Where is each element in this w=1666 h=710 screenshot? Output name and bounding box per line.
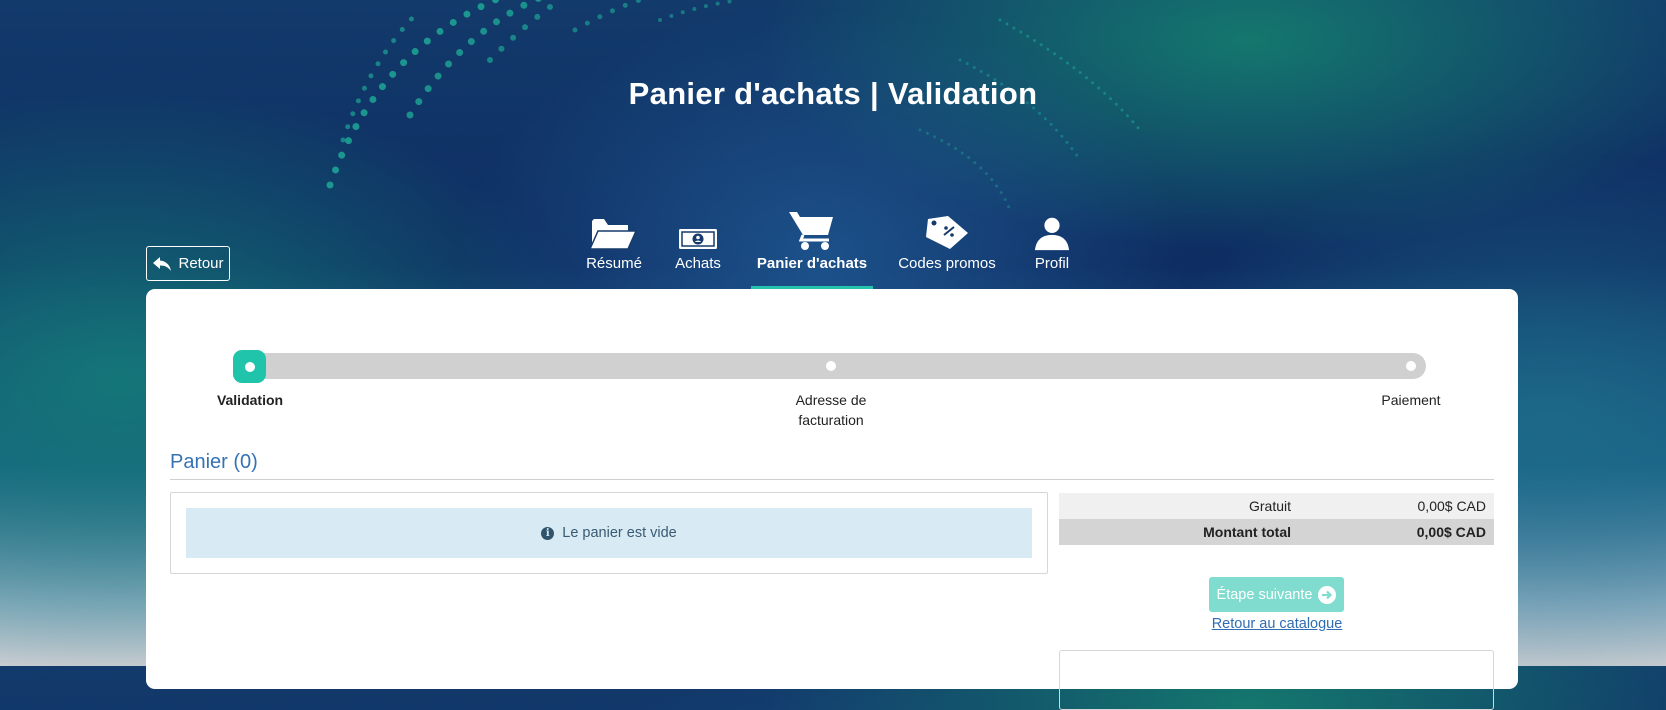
empty-cart-message: Le panier est vide: [562, 525, 677, 541]
nav-item-achats[interactable]: Achats: [674, 205, 722, 272]
main-card: Validation Adresse de facturation Paieme…: [146, 289, 1518, 710]
main-navigation: Résumé Achats Panier d'achats Codes prom…: [0, 205, 1666, 290]
divider: [170, 479, 1494, 480]
nav-item-resume[interactable]: Résumé: [581, 205, 647, 272]
summary-row-total: Montant total 0,00$ CAD: [1059, 519, 1494, 545]
arrow-right-circle-icon: [1318, 585, 1337, 604]
step-marker-adresse: [826, 361, 836, 371]
summary-label: Montant total: [1203, 524, 1291, 540]
nav-item-profil[interactable]: Profil: [1033, 205, 1071, 272]
next-step-button[interactable]: Étape suivante: [1209, 577, 1344, 612]
step-label-adresse: Adresse de facturation: [795, 392, 867, 428]
tag-icon: [926, 216, 968, 249]
info-icon: i: [541, 526, 555, 540]
user-icon: [1034, 217, 1070, 251]
empty-cart-alert: i Le panier est vide: [186, 508, 1032, 558]
nav-item-label: Panier d'achats: [756, 255, 868, 272]
nav-item-label: Résumé: [586, 255, 642, 272]
nav-item-panier[interactable]: Panier d'achats: [751, 205, 873, 272]
step-marker-paiement: [1406, 361, 1416, 371]
summary-value: 0,00$ CAD: [1416, 524, 1486, 540]
step-label-paiement: Paiement: [1381, 392, 1441, 408]
step-label-validation: Validation: [216, 392, 284, 408]
cart-icon: [789, 212, 833, 250]
cart-items-panel: i Le panier est vide: [170, 492, 1048, 574]
next-step-label: Étape suivante: [1216, 586, 1313, 603]
money-icon: [679, 229, 717, 249]
nav-item-label: Codes promos: [898, 255, 996, 272]
step-marker-validation: [233, 350, 266, 383]
nav-item-label: Profil: [1034, 255, 1070, 272]
folder-icon: [590, 219, 638, 250]
summary-row-gratuit: Gratuit 0,00$ CAD: [1059, 493, 1494, 519]
secondary-panel: [1059, 650, 1494, 710]
page-title: Panier d'achats | Validation: [628, 76, 1038, 111]
nav-item-codes-promos[interactable]: Codes promos: [898, 205, 996, 272]
summary-value: 0,00$ CAD: [1417, 498, 1486, 514]
summary-label: Gratuit: [1248, 498, 1291, 514]
nav-item-label: Achats: [675, 255, 721, 272]
back-to-catalog-link[interactable]: Retour au catalogue: [1160, 616, 1394, 632]
cart-title: Panier (0): [170, 451, 258, 473]
